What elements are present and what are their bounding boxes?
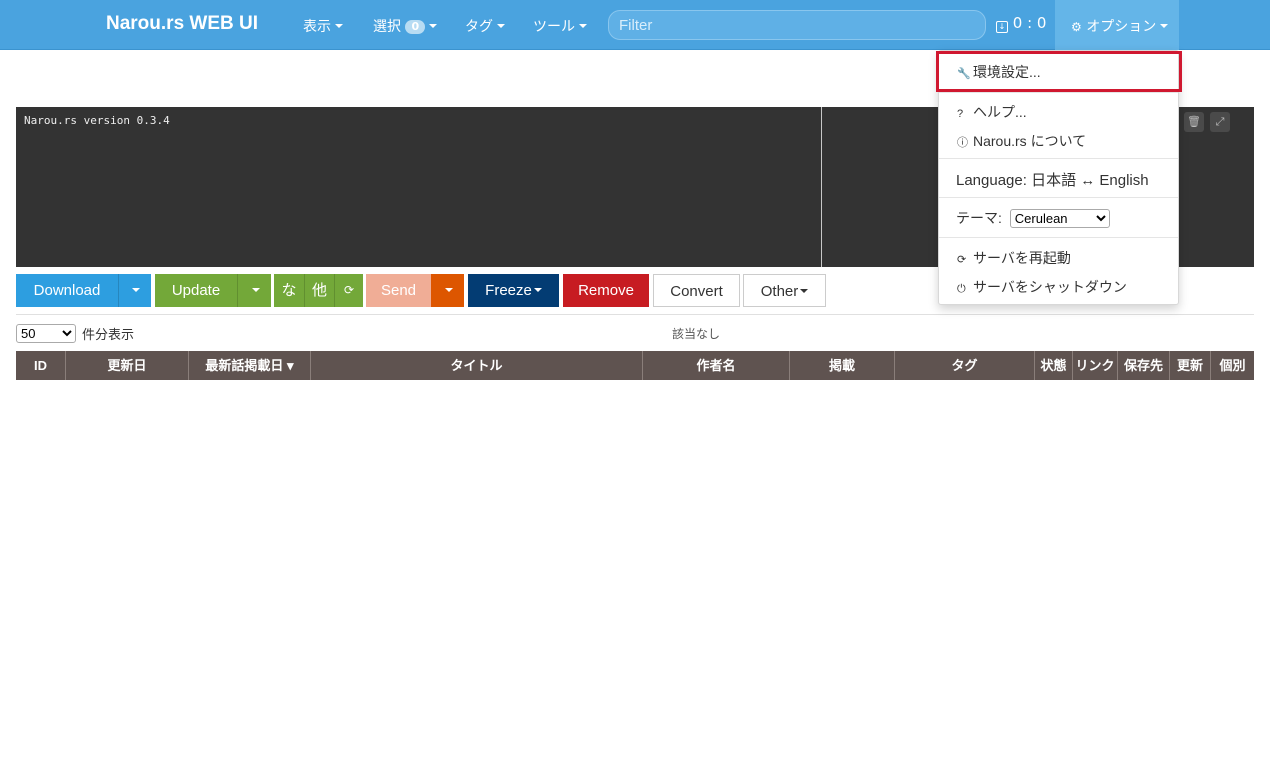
menu-select[interactable]: 選択 0 bbox=[373, 16, 437, 36]
restart-label: サーバを再起動 bbox=[973, 250, 1071, 266]
trash-icon[interactable]: 🗑 bbox=[1184, 112, 1204, 132]
shutdown-label: サーバをシャットダウン bbox=[973, 279, 1127, 295]
per-page-select[interactable]: 50 bbox=[16, 324, 76, 343]
menu-tool[interactable]: ツール bbox=[533, 16, 587, 36]
update-button[interactable]: Update bbox=[155, 274, 237, 307]
expand-icon[interactable]: ⤢ bbox=[1210, 112, 1230, 132]
options-label: オプション bbox=[1086, 19, 1157, 35]
about-label: Narou.rs について bbox=[973, 133, 1087, 149]
col-updated[interactable]: 更新日 bbox=[66, 351, 189, 380]
col-title[interactable]: タイトル bbox=[311, 351, 643, 380]
send-button[interactable]: Send bbox=[366, 274, 431, 307]
console-divider bbox=[821, 107, 822, 267]
other-label: Other bbox=[760, 283, 799, 300]
menu-item-language[interactable]: Language: 日本語 ↔ English bbox=[939, 169, 1178, 190]
no-result-text: 該当なし bbox=[672, 327, 721, 341]
freeze-caret bbox=[532, 282, 542, 299]
col-status[interactable]: 状態 bbox=[1035, 351, 1073, 380]
options-label-wrap: ⚙ オプション bbox=[1071, 16, 1168, 36]
menu-item-about[interactable]: ⓘ Narou.rs について bbox=[939, 131, 1178, 151]
info-icon: ⓘ bbox=[957, 137, 968, 149]
freeze-label: Freeze bbox=[485, 282, 532, 299]
col-author[interactable]: 作者名 bbox=[643, 351, 790, 380]
options-menu-button[interactable]: ⚙ オプション bbox=[1055, 0, 1179, 50]
menu-view[interactable]: 表示 bbox=[303, 16, 343, 36]
update-na-button[interactable]: な bbox=[274, 274, 304, 307]
gear-icon: ⚙ bbox=[1071, 20, 1082, 34]
settings-highlight-box bbox=[936, 51, 1182, 92]
other-caret bbox=[798, 283, 808, 300]
menu-item-shutdown[interactable]: ⏻ サーバをシャットダウン bbox=[939, 277, 1178, 297]
menu-view-label: 表示 bbox=[303, 19, 331, 35]
power-icon: ⏻ bbox=[957, 283, 966, 295]
update-dropdown-toggle[interactable] bbox=[237, 274, 271, 307]
col-folder[interactable]: 保存先 bbox=[1118, 351, 1170, 380]
select-count-badge: 0 bbox=[405, 20, 426, 34]
menu-tool-label: ツール bbox=[533, 19, 575, 35]
col-tag[interactable]: タグ bbox=[895, 351, 1035, 380]
other-button[interactable]: Other bbox=[743, 274, 826, 307]
filter-input[interactable] bbox=[608, 10, 986, 40]
menu-item-restart[interactable]: ⟳ サーバを再起動 bbox=[939, 248, 1178, 268]
freeze-button[interactable]: Freeze bbox=[468, 274, 559, 307]
col-individual[interactable]: 個別 bbox=[1211, 351, 1254, 380]
menu-divider bbox=[939, 197, 1178, 198]
theme-select[interactable]: Cerulean bbox=[1009, 209, 1110, 228]
theme-label: テーマ: bbox=[956, 210, 1002, 226]
divider bbox=[16, 314, 1254, 315]
menu-item-theme: テーマ: Cerulean bbox=[939, 208, 1178, 228]
convert-button[interactable]: Convert bbox=[653, 274, 740, 307]
navbar: Narou.rs WEB UI 表示 選択 0 タグ ツール ↓ 0 : 0 ⚙… bbox=[0, 0, 1270, 50]
col-id[interactable]: ID bbox=[16, 351, 66, 380]
menu-divider bbox=[939, 92, 1178, 93]
menu-select-label: 選択 bbox=[373, 19, 401, 35]
col-site[interactable]: 掲載 bbox=[790, 351, 895, 380]
download-dropdown-toggle[interactable] bbox=[118, 274, 151, 307]
question-icon: ? bbox=[957, 108, 964, 120]
update-other-button[interactable]: 他 bbox=[304, 274, 334, 307]
table-header: ID 更新日 最新話掲載日 ▾ タイトル 作者名 掲載 タグ 状態 リンク 保存… bbox=[16, 351, 1254, 380]
refresh-icon[interactable]: ⟳ bbox=[334, 274, 363, 307]
download-queue-icon: ↓ bbox=[996, 21, 1008, 33]
col-latest-date[interactable]: 最新話掲載日 ▾ bbox=[189, 351, 311, 380]
download-button[interactable]: Download bbox=[16, 274, 118, 307]
remove-button[interactable]: Remove bbox=[563, 274, 649, 307]
brand-title[interactable]: Narou.rs WEB UI bbox=[106, 13, 258, 35]
refresh-icon: ⟳ bbox=[957, 254, 967, 266]
send-dropdown-toggle[interactable] bbox=[431, 274, 464, 307]
menu-item-help[interactable]: ? ヘルプ... bbox=[939, 102, 1178, 122]
col-link[interactable]: リンク bbox=[1073, 351, 1118, 380]
menu-divider bbox=[939, 158, 1178, 159]
menu-divider bbox=[939, 237, 1178, 238]
menu-tag[interactable]: タグ bbox=[465, 16, 505, 36]
queue-status-text: 0 : 0 bbox=[1012, 14, 1047, 32]
console-output: Narou.rs version 0.3.4 bbox=[24, 114, 170, 127]
help-label: ヘルプ... bbox=[973, 104, 1027, 120]
queue-status[interactable]: ↓ 0 : 0 bbox=[996, 14, 1046, 33]
col-update[interactable]: 更新 bbox=[1170, 351, 1211, 380]
menu-tag-label: タグ bbox=[465, 19, 493, 35]
per-page-label: 件分表示 bbox=[82, 328, 135, 343]
